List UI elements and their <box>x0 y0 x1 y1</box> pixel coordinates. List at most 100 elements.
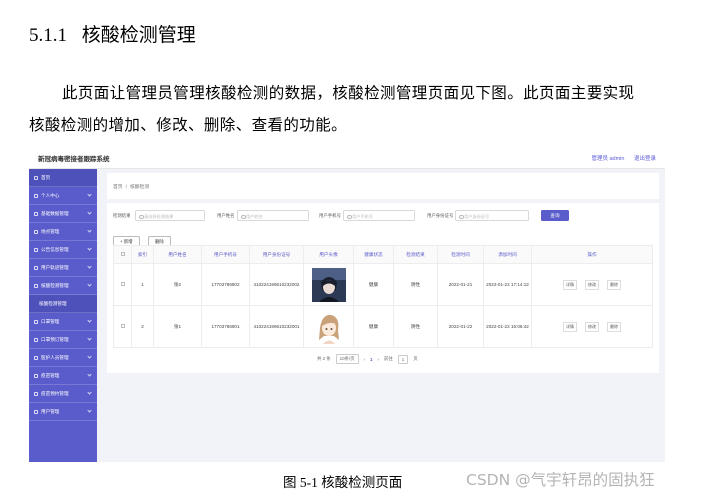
sidebar-item-label: 用户轨迹管理 <box>41 264 69 270</box>
data-icon <box>34 211 38 216</box>
avatar-cell <box>303 305 354 348</box>
column-header[interactable]: 检测时间 <box>437 245 484 264</box>
delete-button[interactable]: 删除 <box>607 321 621 332</box>
sidebar-item-users[interactable]: 用户管理 <box>29 403 97 421</box>
checkbox[interactable] <box>120 324 125 328</box>
row-checkbox-cell[interactable] <box>113 305 132 348</box>
track-icon <box>34 265 38 270</box>
sidebar-item-home[interactable]: 首页 <box>29 169 97 187</box>
sidebar-item-mask-order[interactable]: 口罩预订管理 <box>29 331 97 349</box>
sidebar-item-label: 个人中心 <box>41 192 60 198</box>
breadcrumb: 首页 / 核酸检测 <box>107 173 659 199</box>
test-time-cell: 2022-01-22 <box>437 305 484 348</box>
logout-link[interactable]: 退出登录 <box>634 156 656 162</box>
section-title: 核酸检测管理 <box>81 25 196 46</box>
checkbox[interactable] <box>120 252 125 256</box>
index-cell: 2 <box>131 305 154 348</box>
location-icon <box>34 229 38 234</box>
phone-input[interactable]: 用户手机号 <box>343 210 415 221</box>
idcard-label: 用户身份证号 <box>427 213 454 218</box>
page-size-select[interactable]: 10条/页 <box>335 354 359 364</box>
phone-label: 用户手机号 <box>319 213 341 218</box>
main-content: 首页 / 核酸检测 检测结果 请选择检测结果 用户姓名 用户姓名 用户手机号 用户手… <box>97 169 665 462</box>
checkbox[interactable] <box>120 282 125 286</box>
test-icon <box>34 283 38 288</box>
health-cell: 健康 <box>353 263 394 306</box>
idcard-input[interactable]: 用户身份证号 <box>455 210 529 221</box>
breadcrumb-home[interactable]: 首页 <box>113 185 123 190</box>
column-header: 操作 <box>531 245 653 264</box>
user-icon <box>34 193 38 198</box>
admin-label[interactable]: 管理员 admin <box>591 156 624 162</box>
result-label: 检测结果 <box>113 213 131 218</box>
select-all-checkbox[interactable] <box>113 245 132 264</box>
sidebar-item-label: 核酸检测管理 <box>41 282 69 288</box>
name-cell: 张2 <box>153 263 202 306</box>
table-row: 1 张2 17703786902 410224199610232002 健康 阴… <box>113 263 653 306</box>
sidebar-item-vaccine[interactable]: 疫苗管理 <box>29 367 97 385</box>
result-select[interactable]: 请选择检测结果 <box>135 210 205 221</box>
prev-page-icon[interactable]: ‹ <box>364 357 365 362</box>
row-checkbox-cell[interactable] <box>113 263 132 306</box>
table-header-row: 索引 用户姓名 用户手机号 用户身份证号 用户头像 健康状态 检测结果 检测时间… <box>113 245 653 264</box>
sidebar-item-label: 核酸检测管理 <box>39 300 67 306</box>
chevron-down-icon <box>87 264 92 269</box>
ops-cell: 详情 修改 删除 <box>531 263 653 306</box>
column-header: 用户头像 <box>303 245 354 264</box>
column-header: 索引 <box>131 245 154 264</box>
search-button[interactable]: 查询 <box>541 210 569 221</box>
sidebar-item-location[interactable]: 地点管理 <box>29 223 97 241</box>
sidebar-item-nucleic-test[interactable]: 核酸检测管理 <box>29 277 97 295</box>
chevron-down-icon <box>87 192 92 197</box>
chevron-down-icon <box>87 372 92 377</box>
current-page[interactable]: 1 <box>370 357 372 362</box>
sidebar-item-label: 疫苗管理 <box>41 372 60 378</box>
column-header[interactable]: 用户身份证号 <box>249 245 304 264</box>
content-panel: 检测结果 请选择检测结果 用户姓名 用户姓名 用户手机号 用户手机号 用户身份证… <box>107 203 659 373</box>
detail-button[interactable]: 详情 <box>563 321 577 332</box>
sidebar-item-label: 用户管理 <box>41 408 60 414</box>
chevron-down-icon <box>87 354 92 359</box>
name-input[interactable]: 用户姓名 <box>237 210 309 221</box>
sidebar-item-vaccine-booking[interactable]: 疫苗预约管理 <box>29 385 97 403</box>
sidebar-item-track[interactable]: 用户轨迹管理 <box>29 259 97 277</box>
sidebar-item-mask[interactable]: 口罩管理 <box>29 313 97 331</box>
chevron-down-icon <box>87 246 92 251</box>
delete-button[interactable]: 删除 <box>607 279 621 290</box>
sidebar-item-profile[interactable]: 个人中心 <box>29 187 97 205</box>
sidebar-item-label: 公告信息管理 <box>41 246 69 252</box>
goto-input[interactable]: 1 <box>397 354 409 364</box>
chevron-down-icon <box>87 408 92 413</box>
notice-icon <box>34 247 38 252</box>
column-header[interactable]: 用户手机号 <box>201 245 250 264</box>
id-number-cell: 410224199610232002 <box>249 263 304 306</box>
avatar <box>311 309 346 344</box>
sidebar-item-label: 口罩预订管理 <box>41 336 69 342</box>
paragraph-line-1: 此页面让管理员管理核酸检测的数据，核酸检测管理页面见下图。此页面主要实现 <box>62 84 635 102</box>
sidebar-item-medical-staff[interactable]: 医护人员管理 <box>29 349 97 367</box>
chevron-down-icon <box>87 336 92 341</box>
table-row: 2 张1 17703786901 410224199610232001 健康 阴… <box>113 305 653 348</box>
sidebar-item-basic-data[interactable]: 基础数据管理 <box>29 205 97 223</box>
page-unit-label: 页 <box>413 356 418 361</box>
chevron-up-icon <box>87 282 92 287</box>
top-bar: 新冠病毒密接者跟踪系统 管理员 admin 退出登录 <box>29 147 665 169</box>
column-header[interactable]: 健康状态 <box>353 245 394 264</box>
sidebar-item-label: 基础数据管理 <box>41 210 69 216</box>
sidebar-item-notice[interactable]: 公告信息管理 <box>29 241 97 259</box>
system-title: 新冠病毒密接者跟踪系统 <box>38 156 110 163</box>
phone-cell: 17703786901 <box>201 305 250 348</box>
sidebar-subitem-nucleic-test[interactable]: 核酸检测管理 <box>29 295 97 313</box>
column-header[interactable]: 添加时间 <box>483 245 532 264</box>
health-cell: 健康 <box>353 305 394 348</box>
detail-button[interactable]: 详情 <box>563 279 577 290</box>
total-count: 共 2 条 <box>317 356 331 361</box>
mask-icon <box>34 319 38 324</box>
home-icon <box>34 175 38 180</box>
next-page-icon[interactable]: › <box>377 357 378 362</box>
edit-button[interactable]: 修改 <box>585 279 599 290</box>
column-header[interactable]: 用户姓名 <box>153 245 202 264</box>
column-header[interactable]: 检测结果 <box>393 245 438 264</box>
edit-button[interactable]: 修改 <box>585 321 599 332</box>
figure-caption: 图 5-1 核酸检测页面 <box>283 475 403 490</box>
